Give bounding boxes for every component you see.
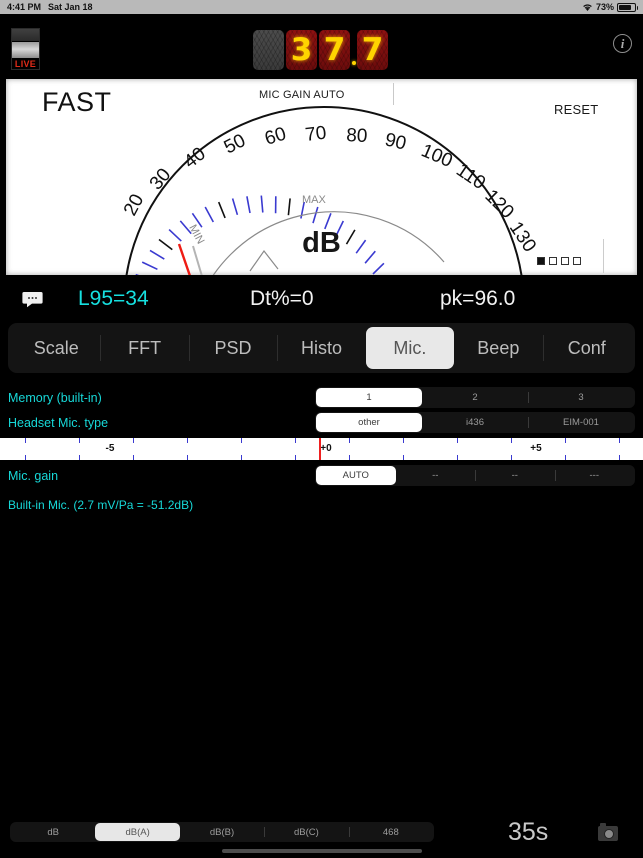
- mic-gain-segmented-control[interactable]: AUTO -- -- ---: [315, 465, 635, 486]
- memory-segmented-control[interactable]: 1 2 3: [315, 387, 635, 408]
- weighting-option-468[interactable]: 468: [348, 823, 433, 841]
- row-headset-mic-type: Headset Mic. type other i436 EIM-001: [0, 410, 643, 435]
- ios-status-bar: 4:41 PM Sat Jan 18 73%: [0, 0, 643, 14]
- response-mode-label[interactable]: FAST: [42, 87, 112, 118]
- weighting-option-db[interactable]: dB: [11, 823, 95, 841]
- tab-psd[interactable]: PSD: [188, 327, 277, 369]
- tab-histo[interactable]: Histo: [277, 327, 365, 369]
- battery-icon: [617, 2, 638, 12]
- app-header: LIVE 3 7 7 i: [0, 14, 643, 75]
- page-dot-1[interactable]: [537, 257, 545, 265]
- analog-meter[interactable]: 20 30 40 50 60 70 80 90 100 110 120 130 …: [6, 79, 637, 275]
- ruler-label-zero: +0: [320, 443, 332, 454]
- readout-dt-percent: Dt%=0: [250, 287, 314, 310]
- camera-icon[interactable]: [598, 823, 618, 841]
- mic-gain-option-3[interactable]: --: [475, 466, 555, 485]
- headset-option-i436[interactable]: i436: [422, 413, 528, 432]
- mic-gain-label: Mic. gain: [8, 468, 59, 483]
- ruler-cursor[interactable]: [319, 438, 321, 460]
- meter-divider: [393, 83, 394, 105]
- led-digit-0: [253, 30, 284, 70]
- readout-l95: L95=34: [78, 287, 149, 310]
- memory-option-2[interactable]: 2: [422, 388, 528, 407]
- calibration-ruler[interactable]: -5 +0 +5: [0, 438, 643, 460]
- analog-meter-panel: 20 30 40 50 60 70 80 90 100 110 120 130 …: [0, 75, 643, 275]
- led-decimal-point: [352, 30, 357, 70]
- page-dot-3[interactable]: [561, 257, 569, 265]
- led-digit-3: 7: [357, 30, 388, 70]
- builtin-mic-note: Built-in Mic. (2.7 mV/Pa = -51.2dB): [8, 498, 194, 512]
- memory-option-1[interactable]: 1: [316, 388, 422, 407]
- led-readout[interactable]: 3 7 7: [0, 30, 643, 70]
- ruler-label-minus5: -5: [105, 443, 115, 454]
- meter-divider-right: [603, 239, 604, 273]
- row-memory: Memory (built-in) 1 2 3: [0, 385, 643, 410]
- headset-option-eim001[interactable]: EIM-001: [528, 413, 634, 432]
- statistics-readout-bar: L95=34 Dt%=0 pk=96.0: [0, 275, 643, 323]
- weighting-option-dba[interactable]: dB(A): [95, 823, 180, 841]
- tab-conf[interactable]: Conf: [542, 327, 631, 369]
- led-digit-2: 7: [319, 30, 350, 70]
- battery-percent-label: 73%: [595, 2, 614, 12]
- status-bar-time: 4:41 PM: [7, 2, 42, 12]
- speech-bubble-icon[interactable]: [22, 291, 43, 308]
- tab-mic[interactable]: Mic.: [365, 327, 455, 369]
- headset-mic-type-label: Headset Mic. type: [8, 415, 109, 430]
- status-bar-date: Sat Jan 18: [48, 2, 93, 12]
- wifi-icon: [582, 3, 593, 12]
- mic-gain-option-auto[interactable]: AUTO: [316, 466, 396, 485]
- memory-label: Memory (built-in): [8, 390, 102, 405]
- reset-button[interactable]: RESET: [554, 102, 598, 117]
- headset-option-other[interactable]: other: [316, 413, 422, 432]
- row-mic-gain: Mic. gain AUTO -- -- ---: [0, 463, 643, 488]
- tab-beep[interactable]: Beep: [454, 327, 542, 369]
- info-button[interactable]: i: [613, 34, 632, 53]
- headset-mic-type-segmented-control[interactable]: other i436 EIM-001: [315, 412, 635, 433]
- weighting-segmented-control[interactable]: dB dB(A) dB(B) dB(C) 468: [10, 822, 434, 842]
- status-bar-right-cluster: 73%: [582, 2, 638, 12]
- mic-gain-status-label: MIC GAIN AUTO: [259, 89, 345, 101]
- page-indicator[interactable]: [537, 257, 581, 265]
- ruler-label-plus5: +5: [530, 443, 542, 454]
- mic-gain-option-4[interactable]: ---: [554, 466, 635, 485]
- memory-option-3[interactable]: 3: [528, 388, 634, 407]
- page-dot-2[interactable]: [549, 257, 557, 265]
- bottom-toolbar: dB dB(A) dB(B) dB(C) 468 35s: [0, 816, 643, 858]
- led-digit-1: 3: [286, 30, 317, 70]
- readout-peak: pk=96.0: [440, 287, 516, 310]
- meter-unit-label: dB: [302, 227, 341, 259]
- page-dot-4[interactable]: [573, 257, 581, 265]
- home-indicator: [221, 849, 422, 853]
- tab-scale[interactable]: Scale: [12, 327, 100, 369]
- mic-gain-option-2[interactable]: --: [396, 466, 476, 485]
- tab-fft[interactable]: FFT: [100, 327, 188, 369]
- weighting-option-dbc[interactable]: dB(C): [264, 823, 348, 841]
- elapsed-timer: 35s: [508, 818, 549, 846]
- led-digit-group: 3 7 7: [253, 30, 390, 70]
- app-root: 4:41 PM Sat Jan 18 73% LIVE 3 7 7 i 20 3…: [0, 0, 643, 858]
- main-tab-bar: Scale FFT PSD Histo Mic. Beep Conf: [8, 323, 635, 373]
- weighting-option-dbb[interactable]: dB(B): [180, 823, 264, 841]
- mic-settings-panel: Memory (built-in) 1 2 3 Headset Mic. typ…: [0, 385, 643, 512]
